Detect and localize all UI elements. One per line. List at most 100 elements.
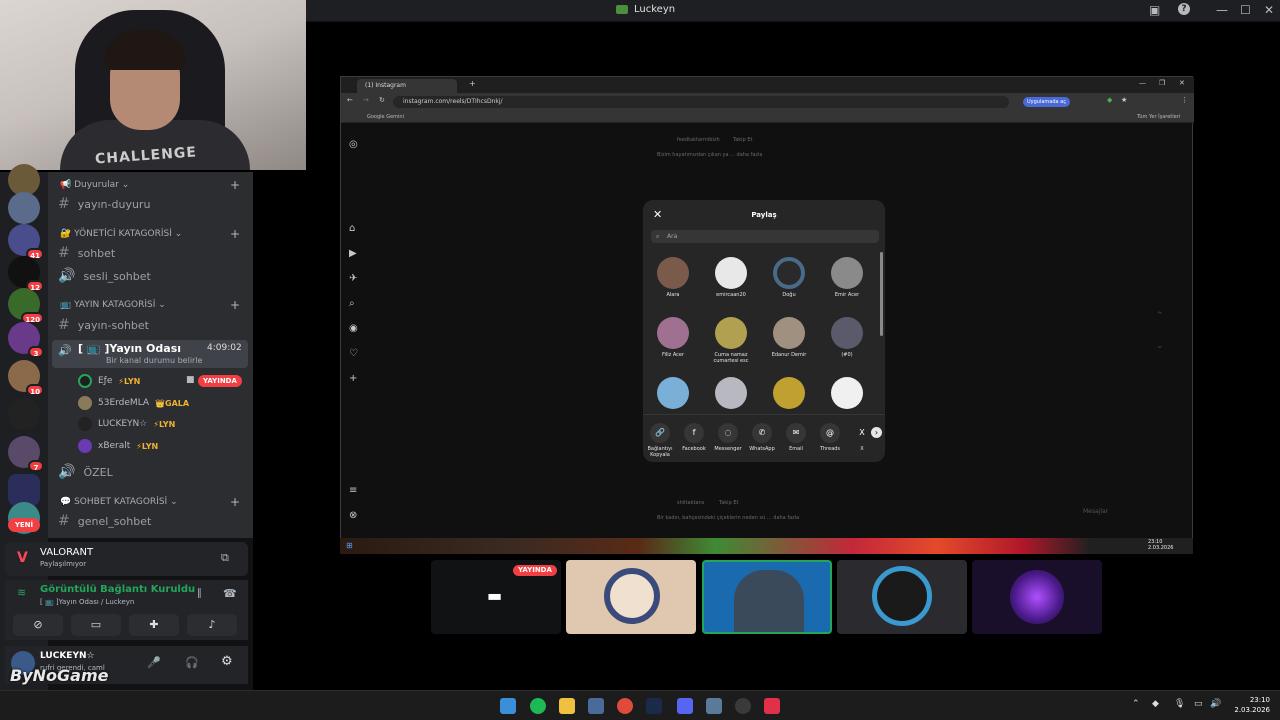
voice-user[interactable]: 53ErdeMLA 👑GALA [78, 396, 189, 410]
voice-user[interactable]: Eƒe ⚡LYN [78, 374, 140, 388]
tray-mic-icon[interactable]: 🎙 [1174, 699, 1185, 709]
channel-sesli-sohbet[interactable]: 🔊 sesli_sohbet [58, 268, 151, 284]
server-icon-6[interactable]: 3 [8, 322, 44, 358]
share-recipient[interactable] [644, 377, 702, 412]
instagram-logo-icon[interactable]: ◎ [349, 139, 358, 150]
camera-off-button[interactable]: ⊘ [13, 614, 63, 636]
share-recipient[interactable]: Edanur Demir [760, 317, 818, 358]
participant-tile-screen[interactable]: ▬ YAYINDA [431, 560, 561, 634]
forward-icon[interactable]: → [363, 96, 369, 104]
extension-icon[interactable]: ◆ [1107, 96, 1112, 104]
share-screen-icon[interactable]: ⧉ [221, 551, 229, 565]
participant-tile[interactable] [837, 560, 967, 634]
headphones-icon[interactable]: 🎧 [185, 656, 199, 669]
activities-button[interactable]: ✚ [129, 614, 179, 636]
maximize-button[interactable]: ☐ [1240, 3, 1251, 17]
server-icon-7[interactable]: 10 [8, 360, 44, 396]
channel-yayin-duyuru[interactable]: # yayın-duyuru [58, 196, 150, 212]
create-icon[interactable]: + [349, 373, 357, 384]
steam-icon[interactable] [646, 698, 662, 714]
category-yayin[interactable]: 📺 YAYIN KATAGORİSİ ⌄ + [60, 298, 240, 312]
discord-icon[interactable] [677, 698, 693, 714]
inbox-icon[interactable]: ▣ [1149, 3, 1160, 17]
tray-chevron-icon[interactable]: ⌃ [1132, 699, 1140, 709]
reload-icon[interactable]: ↻ [379, 96, 385, 104]
bookmark-gemini[interactable]: Google Gemini [367, 111, 404, 123]
microphone-icon[interactable]: 🎤 [147, 656, 161, 669]
server-icon-2[interactable] [8, 192, 40, 224]
new-tab-button[interactable]: + [469, 79, 476, 88]
signal-icon[interactable]: ≋ [17, 586, 26, 599]
screen-share-button[interactable]: ▭ [71, 614, 121, 636]
url-field[interactable]: instagram.com/reels/DTIhcsDnkj/ [393, 96, 1009, 108]
voice-channel-active[interactable]: 🔊 [ 📺 ]Yayın Odası Bir kanal durumu beli… [52, 340, 248, 368]
tray-steam-icon[interactable]: ◆ [1152, 699, 1159, 709]
share-recipient[interactable] [702, 377, 760, 412]
share-whatsapp[interactable]: ✆ WhatsApp [745, 423, 779, 452]
soundboard-button[interactable]: ♪ [187, 614, 237, 636]
add-channel-icon[interactable]: + [230, 227, 240, 241]
share-recipient[interactable]: (#0) [818, 317, 876, 358]
share-recipient[interactable] [818, 377, 876, 412]
server-icon-4[interactable]: 12 [8, 256, 44, 292]
scroll-up-icon[interactable]: ⌃ [1156, 311, 1164, 321]
search-input[interactable]: Ara [651, 230, 879, 243]
search-icon[interactable]: ⌕ [349, 298, 355, 309]
more-icon[interactable]: ≡ [349, 485, 357, 496]
messages-icon[interactable]: ✈ [349, 273, 357, 284]
start-button[interactable] [500, 698, 516, 714]
disconnect-icon[interactable]: ☎ [223, 587, 237, 600]
scrollbar[interactable] [880, 252, 883, 336]
server-icon-5[interactable]: 120 [8, 288, 44, 324]
voice-user[interactable]: LUCKEYN☆ ⚡LYN [78, 417, 175, 431]
add-channel-icon[interactable]: + [230, 495, 240, 509]
minimize-button[interactable]: — [1216, 3, 1228, 17]
file-explorer-icon[interactable] [559, 698, 575, 714]
tab-instagram[interactable]: (1) Instagram [357, 79, 457, 93]
add-channel-icon[interactable]: + [230, 298, 240, 312]
username[interactable]: LUCKEYN☆ [40, 651, 95, 661]
add-channel-icon[interactable]: + [230, 178, 240, 192]
share-recipient[interactable]: Cuma namaz cumartesi esc [702, 317, 760, 364]
share-copy-link[interactable]: 🔗 Bağlantıyı Kopyala [643, 423, 677, 458]
voice-channel-status[interactable]: Bir kanal durumu belirle [106, 356, 202, 365]
all-bookmarks[interactable]: Tüm Yer İşaretleri [1137, 111, 1180, 123]
category-sohbet[interactable]: 💬 SOHBET KATAGORİSİ ⌄ + [60, 495, 240, 509]
volume-icon[interactable]: 🔊 [1210, 699, 1221, 709]
spotify-icon[interactable] [530, 698, 546, 714]
settings-app-icon[interactable] [706, 698, 722, 714]
reels-icon[interactable]: ▶ [349, 248, 357, 259]
system-clock[interactable]: 23:10 2.03.2026 [1222, 695, 1270, 715]
share-recipient[interactable]: emircaan20 [702, 257, 760, 298]
scroll-down-icon[interactable]: ⌄ [1156, 341, 1164, 351]
share-recipient[interactable]: Filiz Acer [644, 317, 702, 358]
participant-tile[interactable] [566, 560, 696, 634]
store-icon[interactable] [588, 698, 604, 714]
network-icon[interactable]: ▭ [1194, 699, 1203, 709]
voice-user[interactable]: xBeralt ⚡LYN [78, 439, 158, 453]
participant-tile[interactable] [972, 560, 1102, 634]
settings-icon[interactable]: ⚙ [221, 654, 233, 669]
voice-connected-status[interactable]: Görüntülü Bağlantı Kuruldu [40, 584, 195, 595]
category-duyurular[interactable]: 📢 Duyurular ⌄ + [60, 178, 240, 192]
participant-tile-speaking[interactable] [702, 560, 832, 634]
back-icon[interactable]: ← [347, 96, 353, 104]
help-icon[interactable]: ? [1178, 3, 1190, 15]
channel-ozel[interactable]: 🔊 ÖZEL [58, 464, 113, 480]
server-icon-3[interactable]: 41 [8, 224, 44, 260]
share-facebook[interactable]: f Facebook [677, 423, 711, 452]
chrome-icon[interactable] [617, 698, 633, 714]
share-threads[interactable]: @ Threads [813, 423, 847, 452]
voice-channel-path[interactable]: [ 📺 ]Yayın Odası / Luckeyn [40, 598, 134, 606]
activity-panel[interactable]: V VALORANT Paylaşılmıyor ⧉ [5, 542, 248, 576]
home-icon[interactable]: ⌂ [349, 223, 355, 234]
share-recipient[interactable]: Doğu [760, 257, 818, 298]
threads-icon[interactable]: ⊗ [349, 510, 357, 521]
menu-icon[interactable]: ⋮ [1181, 96, 1188, 104]
channel-yayin-sohbet[interactable]: # yayın-sohbet [58, 317, 149, 333]
noise-suppression-icon[interactable]: ∥ [197, 588, 202, 599]
valorant-taskbar-icon[interactable] [764, 698, 780, 714]
server-icon-8[interactable] [8, 398, 40, 430]
share-email[interactable]: ✉ Email [779, 423, 813, 452]
browser-restore[interactable]: ❐ [1159, 79, 1165, 87]
